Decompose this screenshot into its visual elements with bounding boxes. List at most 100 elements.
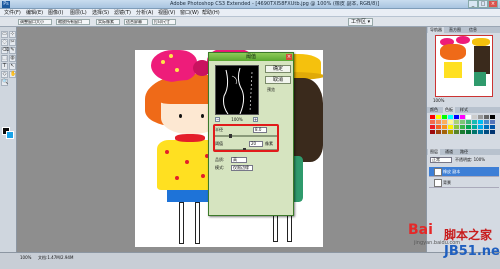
mode-select[interactable]: 仅限边缘 (231, 165, 253, 171)
quality-select[interactable]: 高 (231, 157, 247, 163)
swatch[interactable] (436, 130, 441, 134)
crop-tool-icon[interactable]: ✂ (9, 39, 16, 46)
menu-view[interactable]: 视图(V) (158, 9, 175, 17)
swatch[interactable] (484, 125, 489, 129)
layer-row[interactable]: 橡皮 副本 (429, 167, 499, 177)
path-select-tool-icon[interactable]: ↖ (9, 63, 16, 70)
navigator-thumbnail[interactable] (435, 35, 493, 97)
menu-window[interactable]: 窗口(W) (180, 9, 199, 17)
swatch[interactable] (478, 120, 483, 124)
zoom-all-windows-checkbox[interactable]: 缩放所有窗口 (56, 19, 90, 25)
brush-tool-icon[interactable]: ✎ (9, 47, 16, 54)
swatch[interactable] (448, 120, 453, 124)
workspace-dropdown[interactable]: 工作区 ▾ (348, 18, 374, 26)
tab-info[interactable]: 信息 (467, 27, 479, 33)
opacity-readout[interactable]: 不透明度: 100% (455, 157, 485, 163)
resize-windows-checkbox[interactable]: 调整窗口大小 (18, 19, 52, 25)
swatch[interactable] (442, 115, 447, 119)
swatch[interactable] (484, 115, 489, 119)
close-button[interactable]: × (488, 0, 498, 8)
swatch[interactable] (454, 120, 459, 124)
swatch[interactable] (466, 115, 471, 119)
zoom-in-icon[interactable]: + (253, 117, 258, 122)
swatch[interactable] (478, 115, 483, 119)
swatch[interactable] (454, 115, 459, 119)
tab-styles[interactable]: 样式 (458, 107, 470, 113)
tab-histogram[interactable]: 直方图 (447, 27, 463, 33)
swatch[interactable] (442, 125, 447, 129)
swatch[interactable] (460, 130, 465, 134)
swatch[interactable] (472, 115, 477, 119)
swatch[interactable] (460, 125, 465, 129)
ok-button[interactable]: 确定 (265, 65, 291, 73)
swatch[interactable] (442, 120, 447, 124)
swatch[interactable] (466, 125, 471, 129)
tab-navigator[interactable]: 导航器 (428, 27, 444, 33)
stamp-tool-icon[interactable]: ⬚ (1, 55, 8, 62)
swatch[interactable] (436, 125, 441, 129)
print-size-button[interactable]: 打印尺寸 (152, 19, 176, 25)
tab-swatches[interactable]: 色板 (443, 107, 455, 113)
menu-filter[interactable]: 滤镜(T) (114, 9, 131, 17)
swatch[interactable] (442, 130, 447, 134)
swatch[interactable] (472, 120, 477, 124)
swatch[interactable] (490, 120, 495, 124)
blur-tool-icon[interactable]: ◍ (9, 55, 16, 62)
menu-file[interactable]: 文件(F) (4, 9, 21, 17)
zoom-tool-icon[interactable]: 🔍 (1, 79, 8, 86)
swatch[interactable] (436, 120, 441, 124)
tab-channels[interactable]: 通道 (443, 149, 455, 155)
swatch[interactable] (490, 115, 495, 119)
tab-paths[interactable]: 路径 (458, 149, 470, 155)
maximize-button[interactable]: □ (478, 0, 488, 8)
swatches-grid[interactable] (430, 115, 498, 143)
status-zoom[interactable]: 100% (20, 255, 31, 260)
lasso-tool-icon[interactable]: ◌ (1, 39, 8, 46)
swatch[interactable] (430, 115, 435, 119)
shape-tool-icon[interactable]: ◇ (1, 71, 8, 78)
menu-select[interactable]: 选择(S) (92, 9, 109, 17)
swatch[interactable] (448, 125, 453, 129)
swatch[interactable] (430, 130, 435, 134)
actual-pixels-button[interactable]: 实际像素 (96, 19, 120, 25)
minimize-button[interactable]: _ (468, 0, 478, 8)
tab-layers[interactable]: 图层 (428, 149, 440, 155)
swatch[interactable] (472, 125, 477, 129)
layer-row[interactable]: 背景 (429, 178, 499, 188)
dialog-preview-image[interactable] (215, 65, 259, 115)
fit-screen-button[interactable]: 适合屏幕 (124, 19, 148, 25)
hand-tool-icon[interactable]: ✋ (9, 71, 16, 78)
menu-edit[interactable]: 编辑(E) (26, 9, 43, 17)
swatch[interactable] (466, 120, 471, 124)
swatch[interactable] (478, 125, 483, 129)
menu-analysis[interactable]: 分析(A) (136, 9, 153, 17)
swatch[interactable] (454, 130, 459, 134)
background-color-swatch[interactable] (6, 131, 14, 139)
tab-color[interactable]: 颜色 (428, 107, 440, 113)
cancel-button[interactable]: 取消 (265, 76, 291, 84)
eraser-tool-icon[interactable]: ⌫ (1, 47, 9, 54)
swatch[interactable] (490, 130, 495, 134)
menu-layer[interactable]: 图层(L) (70, 9, 87, 17)
menu-image[interactable]: 图像(I) (48, 9, 63, 17)
menu-help[interactable]: 帮助(H) (202, 9, 220, 17)
swatch[interactable] (454, 125, 459, 129)
type-tool-icon[interactable]: T (1, 63, 8, 70)
swatch[interactable] (430, 125, 435, 129)
swatch[interactable] (484, 130, 489, 134)
marquee-tool-icon[interactable]: ▭ (1, 31, 8, 38)
swatch[interactable] (436, 115, 441, 119)
swatch[interactable] (472, 130, 477, 134)
dialog-close-icon[interactable]: × (286, 54, 292, 60)
blend-mode-select[interactable]: 正常 (430, 157, 452, 163)
swatch[interactable] (430, 120, 435, 124)
swatch[interactable] (466, 130, 471, 134)
swatch[interactable] (448, 130, 453, 134)
preview-checkbox-label[interactable]: 预览 (267, 87, 275, 93)
move-tool-icon[interactable]: ⊹ (9, 31, 16, 38)
swatch[interactable] (478, 130, 483, 134)
swatch[interactable] (490, 125, 495, 129)
swatch[interactable] (460, 115, 465, 119)
swatch[interactable] (448, 115, 453, 119)
swatch[interactable] (460, 120, 465, 124)
